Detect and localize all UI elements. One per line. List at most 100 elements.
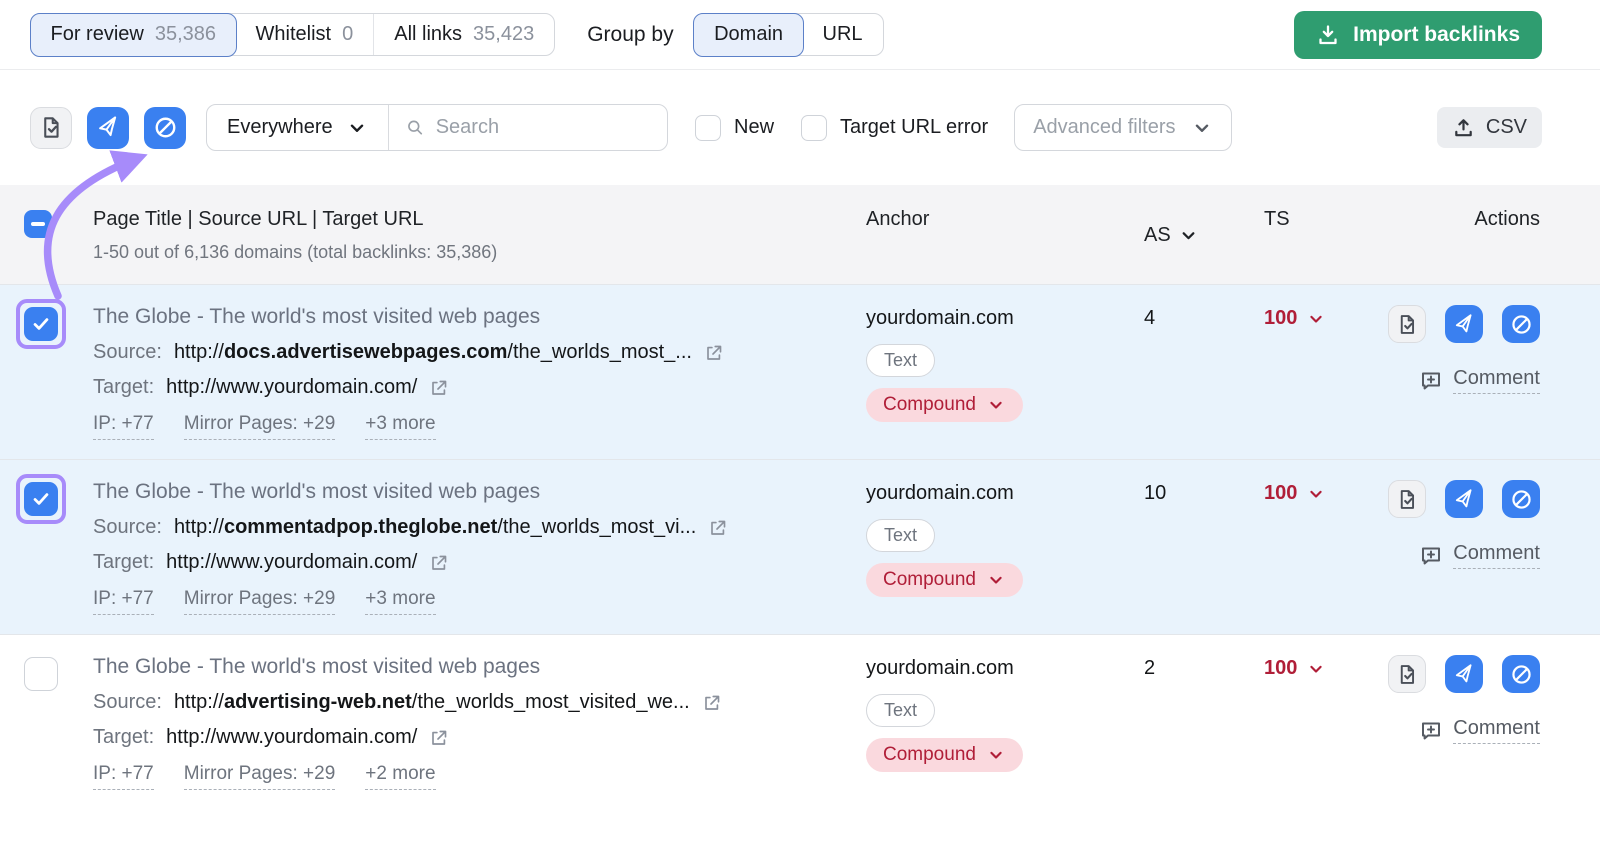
source-label: Source: [93, 341, 162, 364]
row-remove-button[interactable] [1445, 480, 1483, 518]
mirror-pages-link[interactable]: Mirror Pages: +29 [184, 763, 336, 790]
target-label: Target: [93, 551, 154, 574]
chevron-down-icon [1306, 484, 1326, 504]
move-to-remove-button[interactable] [87, 107, 129, 149]
target-label: Target: [93, 726, 154, 749]
whitelist-action-button[interactable] [30, 107, 72, 149]
ip-link[interactable]: IP: +77 [93, 588, 154, 615]
as-label: AS [1144, 224, 1171, 247]
comment-plus-icon [1419, 369, 1443, 393]
new-checkbox-box[interactable] [695, 115, 721, 141]
tab-whitelist-label: Whitelist [256, 23, 332, 46]
target-url: http://www.yourdomain.com/ [166, 376, 417, 399]
target-url-error-checkbox[interactable]: Target URL error [801, 115, 988, 141]
row-disavow-button[interactable] [1502, 305, 1540, 343]
row-checkbox[interactable] [24, 307, 58, 341]
authority-score: 2 [1136, 655, 1248, 790]
ts-value: 100 [1264, 482, 1297, 505]
anchor-type-badge: Text [866, 519, 935, 552]
doc-check-icon [1396, 663, 1419, 686]
external-link-icon[interactable] [704, 343, 724, 363]
external-link-icon[interactable] [429, 553, 449, 573]
target-url: http://www.yourdomain.com/ [166, 726, 417, 749]
toxicity-score[interactable]: 100 [1264, 655, 1374, 680]
row-whitelist-button[interactable] [1388, 480, 1426, 518]
compound-label: Compound [883, 744, 976, 766]
column-header-ts: TS [1248, 208, 1374, 263]
anchor-type-badge: Text [866, 344, 935, 377]
paper-plane-icon [1450, 310, 1478, 338]
search-combo: Everywhere [206, 104, 668, 151]
target-label: Target: [93, 376, 154, 399]
more-link[interactable]: +3 more [365, 588, 435, 615]
row-whitelist-button[interactable] [1388, 655, 1426, 693]
row-disavow-button[interactable] [1502, 655, 1540, 693]
row-checkbox[interactable] [24, 482, 58, 516]
external-link-icon[interactable] [429, 728, 449, 748]
group-by-url[interactable]: URL [803, 14, 883, 55]
chevron-down-icon [346, 117, 368, 139]
toxicity-score[interactable]: 100 [1264, 480, 1374, 505]
block-icon [1510, 488, 1533, 511]
compound-label: Compound [883, 394, 976, 416]
search-field [389, 116, 667, 139]
row-remove-button[interactable] [1445, 655, 1483, 693]
source-url: http://advertising-web.net/the_worlds_mo… [174, 691, 690, 714]
comment-link[interactable]: Comment [1419, 717, 1540, 744]
tab-for-review-label: For review [51, 23, 144, 46]
search-input[interactable] [436, 116, 651, 139]
chevron-down-icon [1306, 309, 1326, 329]
row-checkbox[interactable] [24, 657, 58, 691]
mirror-pages-link[interactable]: Mirror Pages: +29 [184, 588, 336, 615]
more-link[interactable]: +2 more [365, 763, 435, 790]
tab-all-links[interactable]: All links 35,423 [373, 14, 554, 55]
search-scope-dropdown[interactable]: Everywhere [207, 116, 388, 139]
block-icon [1510, 663, 1533, 686]
ip-link[interactable]: IP: +77 [93, 413, 154, 440]
import-backlinks-button[interactable]: Import backlinks [1294, 11, 1542, 59]
comment-label: Comment [1453, 542, 1540, 569]
tab-all-links-count: 35,423 [473, 23, 534, 46]
paper-plane-icon [1450, 485, 1478, 513]
compound-badge[interactable]: Compound [866, 738, 1023, 772]
doc-check-icon [39, 115, 64, 140]
new-checkbox-label: New [734, 116, 774, 139]
export-csv-button[interactable]: CSV [1437, 107, 1542, 148]
search-scope-value: Everywhere [227, 116, 333, 139]
compound-badge[interactable]: Compound [866, 563, 1023, 597]
source-label: Source: [93, 691, 162, 714]
ts-value: 100 [1264, 307, 1297, 330]
authority-score: 10 [1136, 480, 1248, 615]
tab-all-links-label: All links [394, 23, 462, 46]
target-url-error-box[interactable] [801, 115, 827, 141]
tab-for-review[interactable]: For review 35,386 [30, 13, 238, 57]
ip-link[interactable]: IP: +77 [93, 763, 154, 790]
compound-badge[interactable]: Compound [866, 388, 1023, 422]
comment-link[interactable]: Comment [1419, 367, 1540, 394]
column-header-anchor: Anchor [860, 208, 1136, 263]
column-header-as[interactable]: AS [1136, 208, 1248, 263]
download-icon [1316, 23, 1340, 47]
comment-link[interactable]: Comment [1419, 542, 1540, 569]
new-filter-checkbox[interactable]: New [695, 115, 774, 141]
external-link-icon[interactable] [429, 378, 449, 398]
external-link-icon[interactable] [702, 693, 722, 713]
page-title: The Globe - The world's most visited web… [93, 305, 860, 329]
more-link[interactable]: +3 more [365, 413, 435, 440]
row-whitelist-button[interactable] [1388, 305, 1426, 343]
select-all-checkbox[interactable] [24, 210, 52, 238]
move-to-disavow-button[interactable] [144, 107, 186, 149]
sort-desc-icon [1178, 225, 1199, 246]
group-by-domain[interactable]: Domain [693, 13, 804, 57]
block-icon [1510, 313, 1533, 336]
row-remove-button[interactable] [1445, 305, 1483, 343]
row-disavow-button[interactable] [1502, 480, 1540, 518]
advanced-filters-dropdown[interactable]: Advanced filters [1014, 104, 1231, 151]
table-header: Page Title | Source URL | Target URL 1-5… [0, 185, 1600, 284]
chevron-down-icon [1306, 659, 1326, 679]
tab-whitelist[interactable]: Whitelist 0 [236, 14, 374, 55]
toxicity-score[interactable]: 100 [1264, 305, 1374, 330]
external-link-icon[interactable] [708, 518, 728, 538]
compound-label: Compound [883, 569, 976, 591]
mirror-pages-link[interactable]: Mirror Pages: +29 [184, 413, 336, 440]
